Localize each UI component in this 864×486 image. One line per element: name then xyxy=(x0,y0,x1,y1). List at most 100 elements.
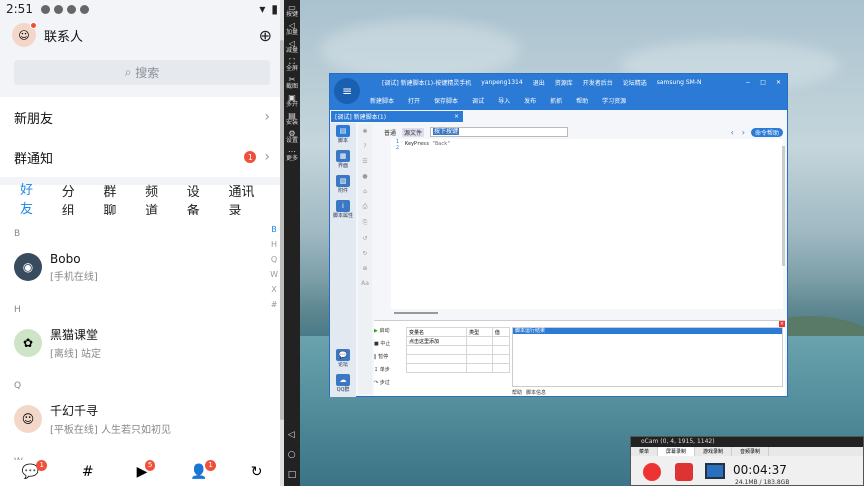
sidebar-item-properties[interactable]: i 脚本属性 xyxy=(333,200,353,219)
tab-devices[interactable]: 设备 xyxy=(187,181,211,219)
dev-console-link[interactable]: 开发者后台 xyxy=(583,78,613,87)
strip-fullscreen-button[interactable]: ⛶ 全屏 xyxy=(286,58,298,73)
new-script-button[interactable]: 新建脚本 xyxy=(370,96,394,105)
nav-channels[interactable]: # xyxy=(82,464,94,480)
group-notice-row[interactable]: 群通知 1 › xyxy=(0,137,284,177)
logout-link[interactable]: 退出 xyxy=(533,78,545,87)
prev-icon[interactable]: ‹ xyxy=(731,128,734,137)
tab-help[interactable]: 帮助 xyxy=(512,389,522,396)
pause-button[interactable] xyxy=(675,463,693,481)
strip-multi-button[interactable]: ▣ 多开 xyxy=(286,94,298,109)
strip-volume-down-button[interactable]: ◁ 减量 xyxy=(286,40,298,55)
index-letter[interactable]: X xyxy=(271,285,276,294)
monitor-icon[interactable] xyxy=(705,463,725,479)
tool-icon[interactable]: ⊕ xyxy=(362,265,367,272)
search-input[interactable]: ⌕ 搜索 xyxy=(14,60,270,85)
learning-resources-button[interactable]: 学习资源 xyxy=(602,96,626,105)
tab-channels[interactable]: 频道 xyxy=(145,181,169,219)
strip-screenshot-button[interactable]: ✂ 截图 xyxy=(286,76,298,91)
list-item[interactable]: ☺ 千幻千寻 [平板在线] 人生若只如初见 xyxy=(0,395,284,443)
table-cell[interactable] xyxy=(466,336,493,346)
tool-icon[interactable]: ? xyxy=(363,143,366,150)
tool-icon[interactable]: ● xyxy=(362,173,367,180)
tab-script-info[interactable]: 脚本信息 xyxy=(526,389,546,396)
strip-volume-up-button[interactable]: ◁ 加量 xyxy=(286,22,298,37)
import-button[interactable]: 导入 xyxy=(498,96,510,105)
close-tab-icon[interactable]: × xyxy=(454,113,459,120)
tab-screen-record[interactable]: 屏幕录制 xyxy=(658,447,696,456)
tab-address-book[interactable]: 通讯录 xyxy=(228,181,264,219)
sidebar-item-attachments[interactable]: ▧ 附件 xyxy=(336,175,350,194)
next-icon[interactable]: › xyxy=(742,128,745,137)
index-letter[interactable]: H xyxy=(271,240,277,249)
minimize-icon[interactable]: − xyxy=(745,79,750,86)
tool-icon[interactable]: Aa xyxy=(361,280,369,287)
tool-icon[interactable]: ✱ xyxy=(362,128,367,135)
help-button[interactable]: 帮助 xyxy=(576,96,588,105)
record-button[interactable] xyxy=(643,463,661,481)
alphabet-index[interactable]: B H Q W X # xyxy=(270,225,278,309)
device-name[interactable]: samsung SM-N xyxy=(657,79,702,86)
nav-video[interactable]: ▶ 5 xyxy=(137,460,156,480)
strip-install-button[interactable]: ▤ 安装 xyxy=(286,112,298,127)
save-script-button[interactable]: 保存脚本 xyxy=(434,96,458,105)
index-letter[interactable]: # xyxy=(271,300,278,309)
publish-button[interactable]: 发布 xyxy=(524,96,536,105)
tab-game-record[interactable]: 游戏录制 xyxy=(695,447,733,456)
sidebar-item-script[interactable]: ▤ 脚本 xyxy=(336,125,350,144)
nav-messages[interactable]: 💬 1 xyxy=(21,460,47,480)
command-select[interactable]: 按下按键 xyxy=(430,127,569,137)
nav-moments[interactable]: ↻ xyxy=(251,464,263,480)
tool-icon[interactable]: ↻ xyxy=(362,250,367,257)
home-icon[interactable]: ○ xyxy=(288,450,297,460)
table-cell[interactable]: 点击这里添加 xyxy=(405,336,468,346)
sidebar-item-ui[interactable]: ▦ 界面 xyxy=(336,150,350,169)
index-letter[interactable]: W xyxy=(270,270,278,279)
tool-icon[interactable]: ⎘ xyxy=(363,219,368,227)
recents-icon[interactable]: □ xyxy=(288,470,297,480)
file-tab[interactable]: [调试] 新建脚本(1) × xyxy=(331,111,463,122)
new-friends-row[interactable]: 新朋友 › xyxy=(0,97,284,137)
editor-scrollbar[interactable] xyxy=(782,146,785,266)
tool-icon[interactable]: ⌂ xyxy=(363,188,367,195)
list-item[interactable]: ✿ 黑猫课堂 [离线] 站定 xyxy=(0,319,284,367)
code-editor[interactable]: 1 2 KeyPress "Back" xyxy=(391,139,783,309)
capture-button[interactable]: 抓抓 xyxy=(550,96,562,105)
strip-settings-button[interactable]: ⚙ 设置 xyxy=(286,130,298,145)
debug-button[interactable]: 调试 xyxy=(472,96,484,105)
tool-icon[interactable]: ⎙ xyxy=(363,203,368,211)
normal-mode-button[interactable]: 普通 xyxy=(384,128,396,137)
tab-groups[interactable]: 分组 xyxy=(62,181,86,219)
nav-contacts[interactable]: 👤 1 xyxy=(190,460,216,480)
open-button[interactable]: 打开 xyxy=(408,96,420,105)
index-letter[interactable]: B xyxy=(271,225,277,234)
sidebar-item-qq[interactable]: ☁ QQ群 xyxy=(336,374,350,393)
sidebar-item-forum[interactable]: 💬 论坛 xyxy=(336,349,350,368)
back-icon[interactable]: ◁ xyxy=(288,430,297,440)
source-mode-button[interactable]: 源文件 xyxy=(402,127,425,137)
close-icon[interactable]: ✕ xyxy=(776,79,781,86)
stop-button[interactable]: ■ 中止 xyxy=(374,340,402,347)
index-letter[interactable]: Q xyxy=(271,255,277,264)
table-cell[interactable] xyxy=(491,336,511,346)
tool-icon[interactable]: ☰ xyxy=(362,158,367,165)
maximize-icon[interactable]: □ xyxy=(760,79,766,86)
editor-hscrollbar[interactable] xyxy=(394,312,438,314)
pause-button[interactable]: ‖ 暂停 xyxy=(374,353,402,360)
close-panel-icon[interactable]: × xyxy=(779,321,785,327)
tool-icon[interactable]: ↺ xyxy=(362,235,367,242)
list-item[interactable]: ◉ Bobo [手机在线] xyxy=(0,243,284,291)
avatar[interactable]: ☺ xyxy=(12,22,37,47)
tab-audio-record[interactable]: 音频录制 xyxy=(732,447,770,456)
add-contact-icon[interactable]: ⊕ xyxy=(259,26,272,45)
tab-menu[interactable]: 菜单 xyxy=(631,447,659,456)
tab-group-chats[interactable]: 群聊 xyxy=(103,181,127,219)
step-button[interactable]: ↧ 单步 xyxy=(374,366,402,373)
start-button[interactable]: ▶ 启动 xyxy=(374,327,402,334)
resource-link[interactable]: 资源库 xyxy=(555,78,573,87)
table-row[interactable]: 点击这里添加 xyxy=(405,336,511,346)
step-over-button[interactable]: ↷ 步过 xyxy=(374,379,402,386)
strip-more-button[interactable]: ⋯ 更多 xyxy=(286,148,298,163)
strip-key-button[interactable]: ▭ 按键 xyxy=(286,4,298,19)
forum-link[interactable]: 论坛精选 xyxy=(623,78,647,87)
